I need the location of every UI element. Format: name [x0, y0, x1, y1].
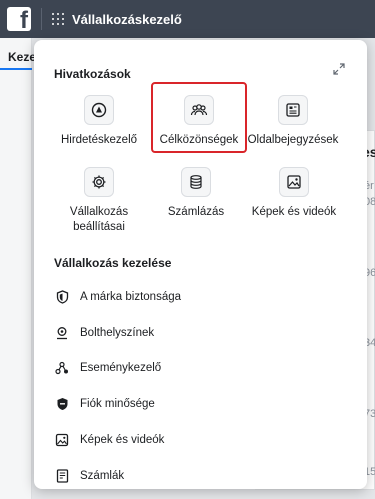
- shield-icon: [54, 289, 70, 305]
- account-quality-icon: [54, 396, 70, 412]
- shortcut-label: Oldalbejegyzések: [247, 134, 339, 146]
- management-title: Vállalkozás kezelése: [54, 256, 172, 270]
- shortcut-billing[interactable]: Számlázás: [146, 167, 246, 220]
- management-item-label: Számlák: [80, 470, 125, 482]
- shortcuts-popup: Hivatkozások Hirdetéskezelő Célközönsége…: [34, 40, 367, 489]
- highlight-box: [151, 82, 247, 153]
- ads-manager-icon: [84, 95, 114, 125]
- shortcuts-title: Hivatkozások: [54, 67, 131, 81]
- facebook-logo[interactable]: f: [7, 7, 31, 31]
- events-icon: [54, 360, 70, 376]
- gear-icon: [84, 167, 114, 197]
- media-icon: [279, 167, 309, 197]
- active-tab-indicator: [0, 68, 32, 70]
- management-item-store-locations[interactable]: Bolthelyszínek: [54, 323, 154, 343]
- expand-icon[interactable]: [333, 63, 345, 75]
- apps-grid-icon[interactable]: [52, 13, 64, 25]
- management-item-events-manager[interactable]: Eseménykezelő: [54, 358, 161, 378]
- shortcut-ads-manager[interactable]: Hirdetéskezelő: [49, 95, 149, 148]
- management-item-label: A márka biztonsága: [80, 291, 182, 303]
- billing-icon: [181, 167, 211, 197]
- shortcut-label: Vállalkozás beállításai: [69, 206, 129, 233]
- top-bar: f Vállalkozáskezelő: [0, 0, 375, 38]
- shortcut-business-settings[interactable]: Vállalkozás beállításai: [49, 167, 149, 235]
- shortcut-label: Képek és videók: [251, 206, 337, 218]
- management-item-media[interactable]: Képek és videók: [54, 430, 164, 450]
- management-item-brand-safety[interactable]: A márka biztonsága: [54, 287, 181, 307]
- management-item-invoices[interactable]: Számlák: [54, 466, 124, 486]
- shortcut-media[interactable]: Képek és videók: [244, 167, 344, 220]
- management-item-label: Bolthelyszínek: [80, 327, 155, 339]
- management-item-account-quality[interactable]: Fiók minősége: [54, 394, 155, 414]
- shortcut-label: Hirdetéskezelő: [60, 134, 138, 146]
- location-icon: [54, 325, 70, 341]
- shortcut-page-posts[interactable]: Oldalbejegyzések: [243, 95, 343, 148]
- management-item-label: Képek és videók: [80, 434, 165, 446]
- page-posts-icon: [278, 95, 308, 125]
- invoice-icon: [54, 468, 70, 484]
- shortcut-label: Számlázás: [167, 206, 225, 218]
- media-icon: [54, 432, 70, 448]
- management-item-label: Fiók minősége: [80, 398, 155, 410]
- background-tab[interactable]: Keze: [8, 50, 36, 64]
- divider: [41, 8, 42, 30]
- management-item-label: Eseménykezelő: [80, 362, 162, 374]
- background-sidebar: [0, 38, 32, 499]
- app-title[interactable]: Vállalkozáskezelő: [72, 12, 182, 27]
